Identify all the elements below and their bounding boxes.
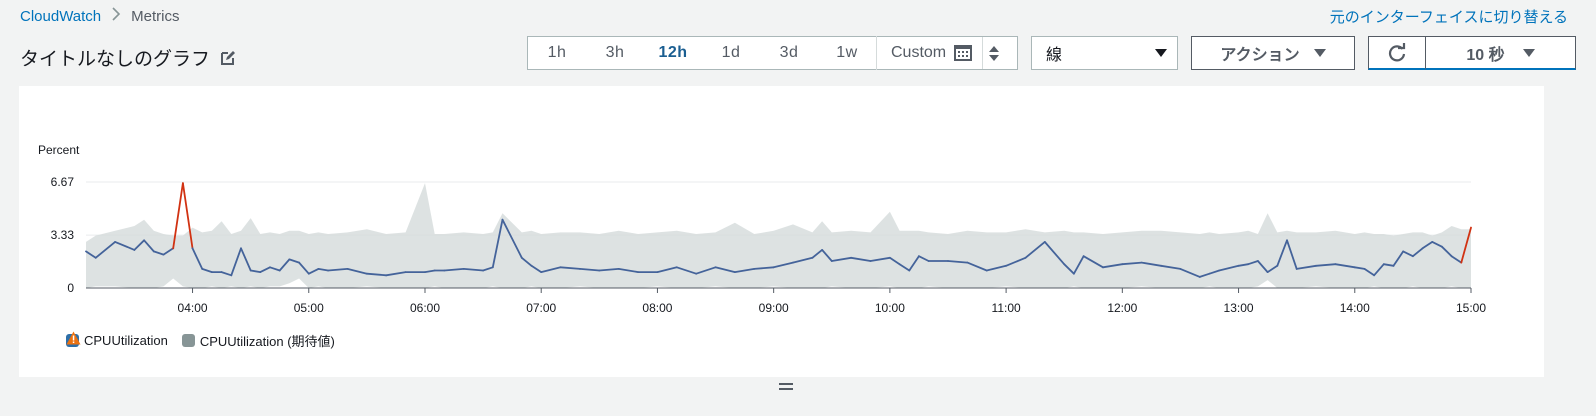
- time-range-12h[interactable]: 12h: [644, 44, 702, 62]
- chart-legend: CPUUtilization CPUUtilization (期待値): [66, 331, 343, 350]
- custom-range-button[interactable]: Custom: [877, 44, 982, 62]
- graph-panel: Percent 6.67 3.33 0 04:00 05:00 06:00 07:00 08:0…: [19, 86, 1544, 377]
- time-range-1w[interactable]: 1w: [818, 44, 876, 62]
- x-tick-label: 10:00: [875, 301, 905, 315]
- x-tick-label: 06:00: [410, 301, 440, 315]
- graph-title: タイトルなしのグラフ: [20, 49, 211, 70]
- custom-range-label: Custom: [891, 44, 947, 61]
- chart-type-select[interactable]: 線: [1031, 36, 1178, 70]
- time-range-selector: 1h 3h 12h 1d 3d 1w Custom: [527, 36, 1018, 70]
- legend-label-expected: CPUUtilization (期待値): [199, 334, 335, 349]
- range-stepper: [982, 37, 1005, 69]
- stepper-down-icon[interactable]: [989, 54, 1000, 61]
- actions-label: アクション: [1220, 47, 1300, 64]
- y-tick-label: 6.67: [51, 175, 75, 189]
- graph-title-row: タイトルなしのグラフ: [20, 44, 236, 71]
- x-tick-label: 08:00: [642, 301, 672, 315]
- x-tick-label: 13:00: [1224, 301, 1254, 315]
- time-range-3h[interactable]: 3h: [586, 44, 644, 62]
- x-tick-label: 09:00: [759, 301, 789, 315]
- y-tick-label: 3.33: [51, 228, 75, 242]
- breadcrumb: CloudWatch Metrics: [20, 6, 180, 26]
- legend-item-cpu[interactable]: CPUUtilization: [66, 333, 168, 348]
- refresh-interval-value: 10 秒: [1466, 46, 1505, 64]
- chevron-right-icon: [111, 6, 121, 26]
- refresh-interval-select[interactable]: 10 秒: [1426, 36, 1576, 70]
- expected-band-area: [86, 183, 1471, 288]
- edit-icon[interactable]: [220, 50, 236, 66]
- y-tick-label: 0: [67, 281, 74, 295]
- x-tick-label: 14:00: [1340, 301, 1370, 315]
- stepper-up-icon[interactable]: [989, 45, 1000, 52]
- time-range-1h[interactable]: 1h: [528, 44, 586, 62]
- legend-swatch-expected: [181, 334, 195, 347]
- panel-resize-handle[interactable]: [779, 383, 793, 393]
- x-tick-label: 05:00: [294, 301, 324, 315]
- x-tick-label: 11:00: [992, 301, 1021, 315]
- breadcrumb-current: Metrics: [131, 7, 180, 25]
- refresh-group: 10 秒: [1368, 36, 1576, 70]
- time-range-1d[interactable]: 1d: [702, 44, 760, 62]
- legend-item-expected[interactable]: CPUUtilization (期待値): [66, 331, 335, 350]
- x-tick-label: 12:00: [1107, 301, 1137, 315]
- switch-interface-link[interactable]: 元のインターフェイスに切り替える: [1330, 6, 1568, 27]
- caret-down-icon: [1313, 49, 1326, 57]
- x-tick-label: 07:00: [526, 301, 556, 315]
- refresh-icon: [1388, 42, 1406, 61]
- time-range-3d[interactable]: 3d: [760, 44, 818, 62]
- chart-type-value: 線: [1046, 47, 1063, 64]
- caret-down-icon: [1522, 48, 1535, 57]
- refresh-button[interactable]: [1368, 36, 1426, 70]
- legend-label-cpu: CPUUtilization: [84, 333, 168, 348]
- x-tick-label: 15:00: [1456, 301, 1486, 315]
- actions-button[interactable]: アクション: [1191, 36, 1355, 70]
- metrics-chart[interactable]: Percent 6.67 3.33 0 04:00 05:00 06:00 07:00 08:0…: [19, 86, 1544, 326]
- breadcrumb-cloudwatch-link[interactable]: CloudWatch: [20, 8, 101, 25]
- calendar-icon: [954, 45, 973, 61]
- y-axis-label: Percent: [38, 143, 80, 157]
- caret-down-icon: [1155, 49, 1167, 57]
- x-tick-label: 04:00: [178, 301, 208, 315]
- warning-icon: [66, 331, 81, 345]
